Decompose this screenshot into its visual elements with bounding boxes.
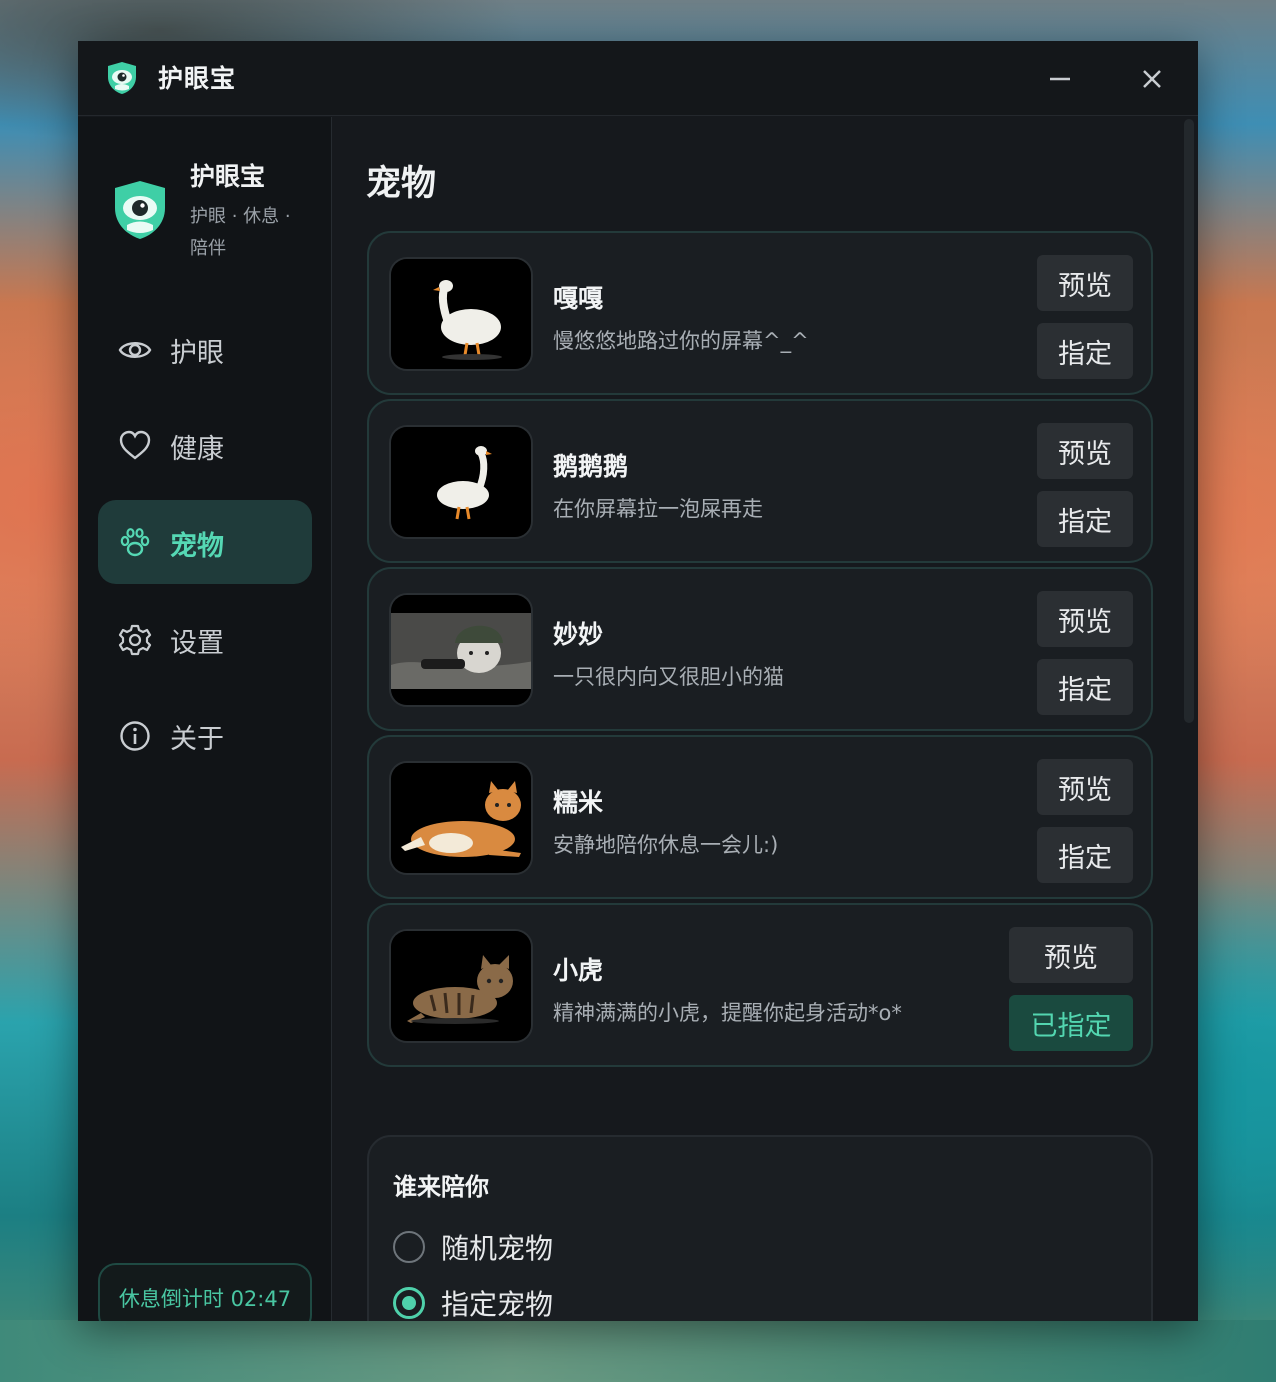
- app-logo-icon: [108, 62, 136, 94]
- heart-icon: [119, 430, 151, 460]
- eye-icon: [118, 342, 152, 358]
- radio-unchecked[interactable]: [393, 1231, 425, 1263]
- sidebar: 护眼宝 护眼 · 休息 · 陪伴 护眼 健康 宠物 设置 关于 休息倒计时 02…: [78, 117, 332, 1321]
- pet-description: 慢悠悠地路过你的屏幕^_^: [553, 329, 809, 353]
- pet-thumbnail: [389, 761, 533, 875]
- preview-button[interactable]: 预览: [1037, 591, 1133, 647]
- pet-card: 小虎 精神满满的小虎，提醒你起身活动*o* 预览 已指定: [367, 903, 1153, 1067]
- close-button[interactable]: [1130, 57, 1174, 101]
- pet-card: 嘎嘎 慢悠悠地路过你的屏幕^_^ 预览 指定: [367, 231, 1153, 395]
- window-title: 护眼宝: [158, 64, 237, 93]
- pet-name: 嘎嘎: [553, 284, 604, 313]
- sidebar-item-label: 宠物: [170, 531, 224, 562]
- preview-button[interactable]: 预览: [1037, 423, 1133, 479]
- goose-image: [391, 259, 531, 369]
- pet-description: 精神满满的小虎，提醒你起身活动*o*: [553, 1001, 902, 1025]
- pet-card: 鹅鹅鹅 在你屏幕拉一泡屎再走 预览 指定: [367, 399, 1153, 563]
- sidebar-item-about[interactable]: 关于: [98, 693, 312, 777]
- radio-checked[interactable]: [393, 1287, 425, 1319]
- companion-card: 谁来陪你 随机宠物 指定宠物: [367, 1135, 1153, 1321]
- sidebar-item-label: 设置: [170, 628, 224, 659]
- break-countdown: 休息倒计时 02:47: [98, 1263, 312, 1321]
- pet-name: 糯米: [553, 788, 604, 817]
- tabby-cat-image: [391, 931, 531, 1041]
- pet-thumbnail: [389, 425, 533, 539]
- main-content: 宠物 嘎嘎 慢悠悠地路过你的屏幕^_^ 预览 指定 鹅鹅鹅 在你屏幕拉一泡屎再走…: [333, 117, 1198, 1321]
- pet-thumbnail: [389, 593, 533, 707]
- pet-description: 安静地陪你休息一会儿:): [553, 833, 779, 857]
- pet-name: 鹅鹅鹅: [553, 452, 629, 481]
- pet-thumbnail: [389, 257, 533, 371]
- sidebar-item-label: 关于: [170, 724, 224, 755]
- preview-button[interactable]: 预览: [1037, 255, 1133, 311]
- sidebar-item-label: 护眼: [170, 338, 224, 369]
- sidebar-item-label: 健康: [170, 434, 224, 465]
- minimize-button[interactable]: [1038, 57, 1082, 101]
- pet-card: 妙妙 一只很内向又很胆小的猫 预览 指定: [367, 567, 1153, 731]
- preview-button[interactable]: 预览: [1009, 927, 1133, 983]
- brand-name: 护眼宝: [190, 162, 266, 191]
- close-icon: [1143, 70, 1161, 88]
- option-label: 指定宠物: [441, 1288, 554, 1321]
- sidebar-item-eye-care[interactable]: 护眼: [98, 307, 312, 391]
- preview-button[interactable]: 预览: [1037, 759, 1133, 815]
- pet-card: 糯米 安静地陪你休息一会儿:) 预览 指定: [367, 735, 1153, 899]
- title-bar: 护眼宝: [78, 41, 1198, 116]
- soldier-cat-image: [391, 595, 531, 705]
- desktop-wallpaper-strip: [0, 1320, 1276, 1382]
- goose-image: [391, 427, 531, 537]
- assign-button[interactable]: 指定: [1037, 659, 1133, 715]
- minimize-icon: [1050, 77, 1070, 81]
- companion-title: 谁来陪你: [393, 1173, 489, 1201]
- sidebar-item-health[interactable]: 健康: [98, 403, 312, 487]
- option-label: 随机宠物: [441, 1232, 554, 1265]
- pet-description: 一只很内向又很胆小的猫: [553, 665, 784, 689]
- pet-name: 小虎: [553, 956, 604, 985]
- pet-description: 在你屏幕拉一泡屎再走: [553, 497, 763, 521]
- pet-thumbnail: [389, 929, 533, 1043]
- orange-cat-image: [391, 763, 531, 873]
- scrollbar[interactable]: [1184, 119, 1194, 723]
- pet-name: 妙妙: [553, 620, 604, 649]
- assign-button[interactable]: 指定: [1037, 491, 1133, 547]
- sidebar-item-pets[interactable]: 宠物: [98, 500, 312, 584]
- gear-icon: [118, 624, 152, 656]
- brand-logo-icon: [115, 181, 165, 239]
- page-title: 宠物: [366, 164, 437, 204]
- assigned-button[interactable]: 已指定: [1009, 995, 1133, 1051]
- info-icon: [120, 721, 150, 751]
- assign-button[interactable]: 指定: [1037, 827, 1133, 883]
- app-window: 护眼宝 护眼宝 护眼 · 休息 · 陪伴 护眼 健康 宠物 设置 关于 休息倒计…: [78, 41, 1198, 1321]
- assign-button[interactable]: 指定: [1037, 323, 1133, 379]
- brand-tagline: 护眼 · 休息 · 陪伴: [190, 206, 291, 259]
- sidebar-item-settings[interactable]: 设置: [98, 597, 312, 681]
- paw-icon: [120, 528, 150, 557]
